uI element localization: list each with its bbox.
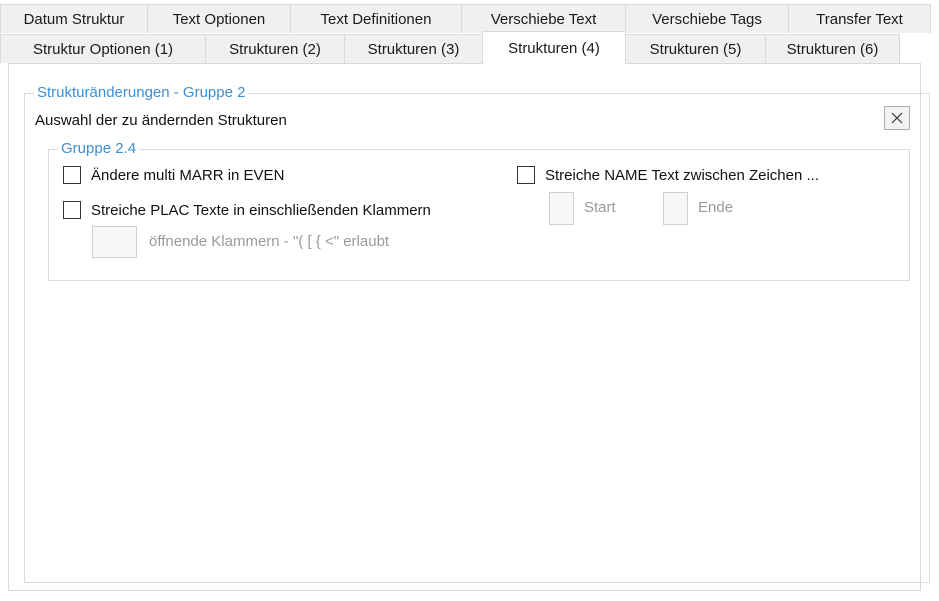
tab-verschiebe-tags[interactable]: Verschiebe Tags [625,4,789,33]
inner-group-title: Gruppe 2.4 [58,139,140,159]
option-marr-row[interactable]: Ändere multi MARR in EVEN [63,164,284,186]
tab-row-bottom: Struktur Optionen (1) Strukturen (2) Str… [0,31,900,64]
group-title: Strukturänderungen - Gruppe 2 [34,83,249,103]
option-plac-row[interactable]: Streiche PLAC Texte in einschließenden K… [63,199,431,221]
marr-label: Ändere multi MARR in EVEN [91,166,285,184]
close-icon [891,112,903,124]
tab-text-optionen[interactable]: Text Optionen [147,4,291,33]
structure-options-window: Datum Struktur Text Optionen Text Defini… [0,0,939,601]
end-label: Ende [698,199,734,216]
marr-checkbox[interactable] [63,166,81,184]
start-input[interactable] [549,192,574,225]
close-button[interactable] [884,106,910,130]
tab-strukturen-2[interactable]: Strukturen (2) [205,34,345,63]
tab-strukturen-3[interactable]: Strukturen (3) [344,34,483,63]
tab-row-top: Datum Struktur Text Optionen Text Defini… [0,4,931,33]
option-name-row[interactable]: Streiche NAME Text zwischen Zeichen ... [517,164,819,186]
plac-checkbox[interactable] [63,201,81,219]
end-input[interactable] [663,192,688,225]
tab-verschiebe-text[interactable]: Verschiebe Text [461,4,626,33]
group-subtitle: Auswahl der zu ändernden Strukturen [35,112,287,129]
name-label: Streiche NAME Text zwischen Zeichen ... [545,166,819,184]
bracket-label: öffnende Klammern - "( [ { <" erlaubt [149,233,390,250]
plac-label: Streiche PLAC Texte in einschließenden K… [91,201,431,219]
start-label: Start [584,199,616,216]
tab-struktur-optionen-1[interactable]: Struktur Optionen (1) [0,34,206,63]
tab-strukturen-5[interactable]: Strukturen (5) [625,34,766,63]
name-checkbox[interactable] [517,166,535,184]
tab-datum-struktur[interactable]: Datum Struktur [0,4,148,33]
bracket-input[interactable] [92,226,137,258]
tab-strukturen-4[interactable]: Strukturen (4) [482,31,626,64]
tab-transfer-text[interactable]: Transfer Text [788,4,931,33]
tab-text-definitionen[interactable]: Text Definitionen [290,4,462,33]
tab-strukturen-6[interactable]: Strukturen (6) [765,34,900,63]
